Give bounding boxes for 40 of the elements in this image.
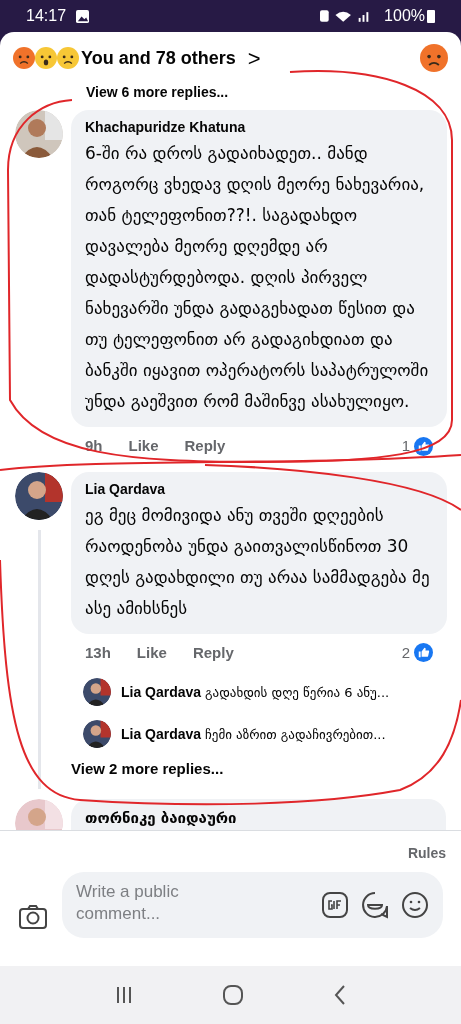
like-count: 2 (401, 642, 410, 663)
reply-preview[interactable]: Lia Qardava ჩემი აზრით გადაჩივრებით... (121, 723, 386, 745)
image-icon (76, 9, 90, 23)
chevron-icon[interactable]: > (247, 41, 261, 75)
comment-text: 6-ში რა დროს გადაიხადეთ.. მანდ როგორც ვხედავ დღის მეორე ნახევარია, თან ტელეფონით??!. საგადახდო დავალება მეორე დღემდე არ დადასტურდებოდა. დღის პირველ ნახევარში უნდა გადაგეხადათ წესით და თუ ტელეფონით არ გადაგიხდიათ და ბანკში იყავით ოპერატორს საპატრულოში უნდა გაეშვით რომ მაშინვე ასახულიყო. (85, 142, 430, 413)
battery-text: 100% (384, 6, 425, 26)
rules-link[interactable]: Rules (407, 842, 446, 864)
like-link[interactable]: Like (136, 641, 167, 664)
thumbs-up-icon (414, 643, 433, 663)
like-link[interactable]: Like (128, 435, 159, 458)
surprised-face-icon (35, 47, 57, 69)
comment-text: ეგ მეც მომივიდა ანუ თვეში დღეების რაოდენობა უნდა გაითვალისწინოთ 30 დღეს გადახდილი თუ არაა სამმადგება მე ასე ამიხსნეს (85, 503, 431, 620)
sad-face-icon (57, 47, 79, 69)
view-replies-link[interactable]: View 2 more replies... (71, 748, 446, 789)
comment-input[interactable]: Write a public comment... (76, 880, 226, 929)
comment-author[interactable]: Lia Qardava (85, 478, 433, 500)
reactions-summary[interactable]: You and 78 others (81, 44, 236, 72)
back-icon[interactable] (332, 984, 347, 1006)
avatar[interactable] (83, 678, 111, 706)
angry-face-icon (13, 47, 35, 69)
comment-author[interactable]: Khachapuridze Khatuna (85, 117, 433, 138)
emoji-icon[interactable] (401, 890, 429, 919)
thumbs-up-icon (414, 436, 433, 456)
reply-link[interactable]: Reply (184, 435, 226, 458)
reply-preview[interactable]: Lia Qardava გადახდის დღე წერია 6 ანუ... (121, 681, 390, 703)
angry-face-icon (420, 44, 448, 72)
comment-field[interactable]: Write a public comment... (62, 871, 443, 938)
camera-icon[interactable] (18, 903, 48, 930)
gif-icon[interactable] (321, 890, 349, 919)
avatar[interactable] (15, 471, 63, 520)
avatar[interactable] (83, 720, 111, 748)
comment-author[interactable]: თორნიკე ბაიდაური (85, 806, 432, 829)
home-icon[interactable] (222, 984, 245, 1006)
like-count: 1 (401, 436, 410, 456)
comment-time: 13h (85, 642, 111, 663)
sticker-icon[interactable] (361, 890, 389, 919)
reply-link[interactable]: Reply (192, 641, 234, 664)
view-replies-link[interactable]: View 6 more replies... (0, 84, 461, 100)
battery-icon (427, 9, 435, 23)
status-time: 14:17 (26, 6, 67, 26)
